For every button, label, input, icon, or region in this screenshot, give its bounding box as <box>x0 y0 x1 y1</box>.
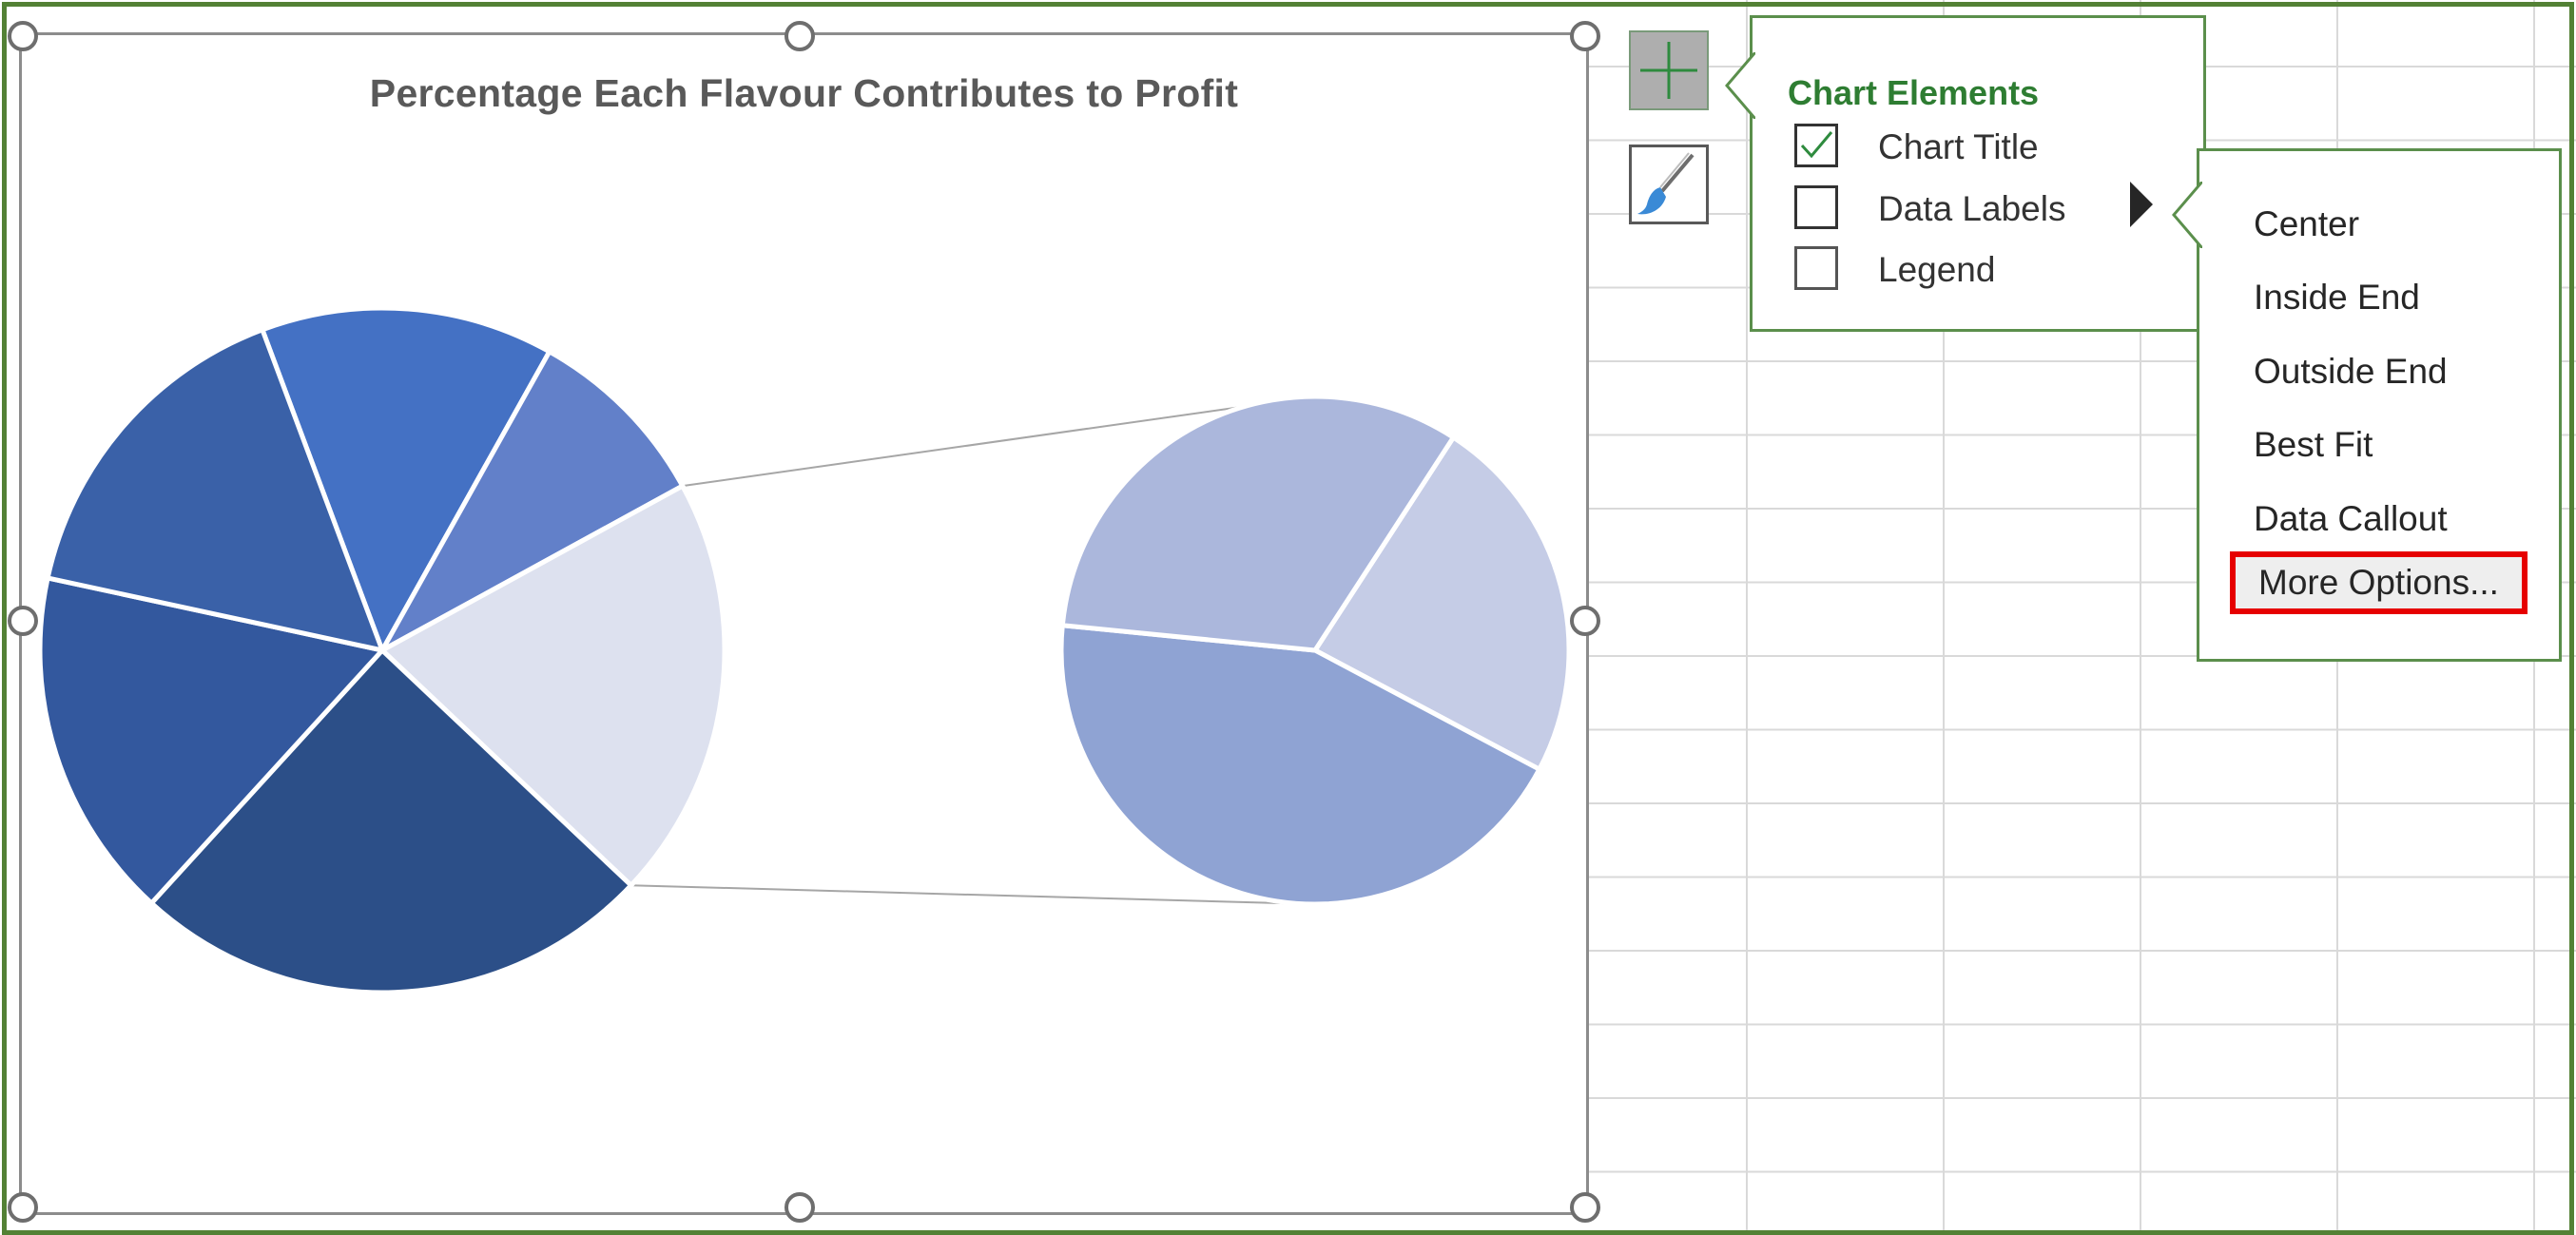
chart-area[interactable]: Percentage Each Flavour Contributes to P… <box>19 32 1589 1215</box>
series-line-2 <box>630 884 1316 905</box>
menu-item-data-callout[interactable]: Data Callout <box>2254 499 2448 539</box>
resize-handle-bottom-right[interactable] <box>1570 1192 1600 1223</box>
pie-of-pie-chart[interactable] <box>22 35 1586 1212</box>
flyout-pointer <box>1724 52 1755 119</box>
chart-elements-flyout: Chart Elements Chart Title Data Labels L… <box>1724 15 2206 332</box>
data-labels-submenu: Center Inside End Outside End Best Fit D… <box>2171 148 2562 662</box>
resize-handle-top-right[interactable] <box>1570 21 1600 51</box>
chart-elements-button[interactable] <box>1629 30 1709 110</box>
data-labels-submenu-arrow-icon[interactable] <box>2130 182 2153 227</box>
resize-handle-left[interactable] <box>8 606 38 636</box>
paintbrush-icon <box>1637 152 1695 215</box>
resize-handle-bottom[interactable] <box>784 1192 815 1223</box>
chart-title-option[interactable]: Chart Title <box>1794 124 2194 175</box>
legend-option[interactable]: Legend <box>1794 246 2194 298</box>
legend-label: Legend <box>1878 250 1996 289</box>
data-labels-checkbox[interactable] <box>1794 185 1838 229</box>
menu-item-best-fit[interactable]: Best Fit <box>2254 425 2373 465</box>
resize-handle-top-left[interactable] <box>8 21 38 51</box>
submenu-pointer <box>2171 182 2202 248</box>
data-labels-label: Data Labels <box>1878 189 2066 228</box>
menu-item-outside-end[interactable]: Outside End <box>2254 352 2448 392</box>
menu-item-inside-end[interactable]: Inside End <box>2254 278 2420 318</box>
resize-handle-right[interactable] <box>1570 606 1600 636</box>
menu-item-more-options[interactable]: More Options... <box>2230 551 2528 614</box>
chart-title-label: Chart Title <box>1878 127 2039 166</box>
chart-title-checkbox[interactable] <box>1794 124 1838 167</box>
menu-item-center[interactable]: Center <box>2254 204 2359 244</box>
resize-handle-bottom-left[interactable] <box>8 1192 38 1223</box>
chart-elements-title: Chart Elements <box>1788 73 2040 112</box>
chart-styles-button[interactable] <box>1629 145 1709 224</box>
checkmark-icon <box>1800 131 1833 159</box>
resize-handle-top[interactable] <box>784 21 815 51</box>
plus-icon <box>1640 42 1697 99</box>
legend-checkbox[interactable] <box>1794 246 1838 290</box>
